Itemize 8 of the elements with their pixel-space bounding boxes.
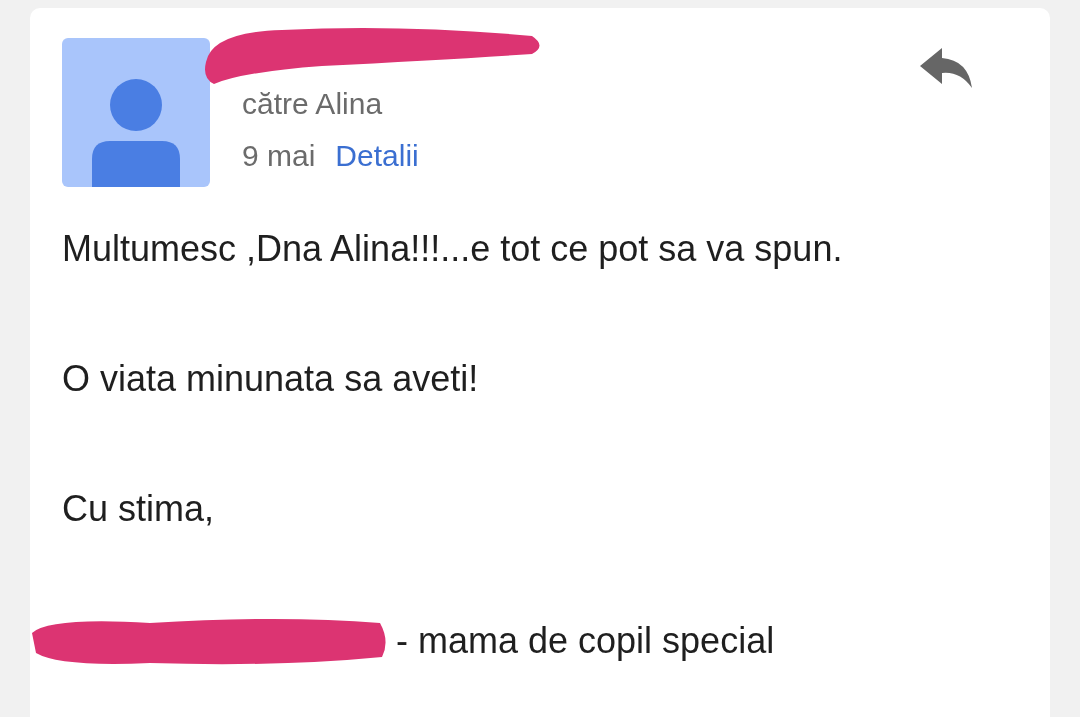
recipient-text: către Alina xyxy=(242,86,384,122)
details-link[interactable]: Detalii xyxy=(335,138,419,174)
reply-icon[interactable] xyxy=(918,46,974,90)
message-paragraph: O viata minunata sa aveti! xyxy=(62,357,480,401)
date-text: 9 mai xyxy=(242,138,316,174)
message-paragraph: Multumesc ,Dna Alina!!!...e tot ce pot sa va spun. xyxy=(62,227,844,271)
signature-text: - mama de copil special xyxy=(396,619,775,663)
message-paragraph: Cu stima, xyxy=(62,487,216,531)
